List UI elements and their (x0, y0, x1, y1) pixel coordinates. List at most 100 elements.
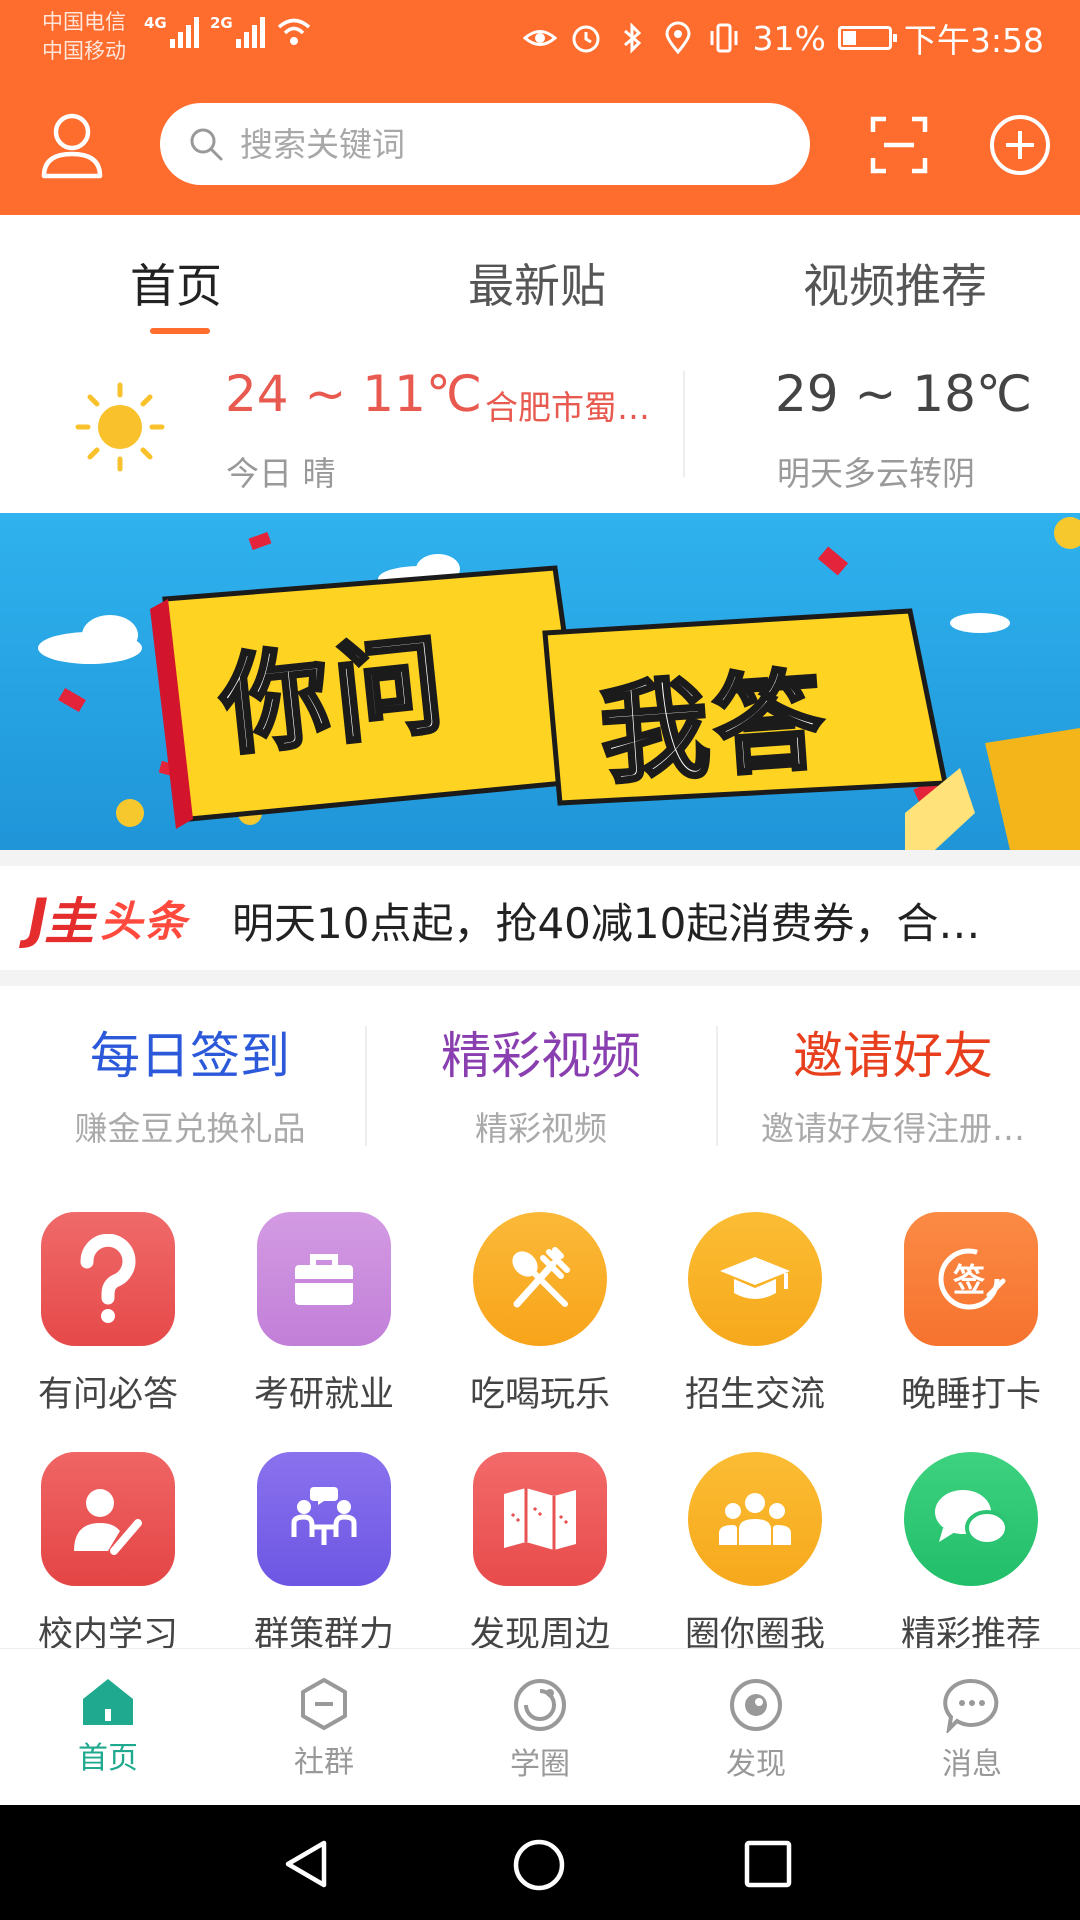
network-type-1: 4G (144, 14, 167, 32)
nav-label: 学圈 (510, 1747, 570, 1782)
tab-home[interactable]: 首页 (130, 250, 222, 316)
tab-latest-posts[interactable]: 最新贴 (468, 250, 606, 316)
feature-subtitle: 邀请好友得注册… (761, 1109, 1025, 1148)
map-icon (473, 1452, 607, 1586)
home-circle-icon[interactable] (512, 1838, 566, 1892)
nav-messages[interactable]: 消息 (864, 1649, 1080, 1806)
scan-icon[interactable] (870, 116, 928, 174)
search-bar[interactable] (160, 103, 810, 185)
sign-in-icon: 签 (904, 1212, 1038, 1346)
headline-text[interactable]: 明天10点起，抢40减10起消费券，合… (232, 890, 1052, 951)
battery-percent: 31% (752, 18, 826, 58)
wifi-icon (277, 18, 311, 45)
hexagon-icon (301, 1678, 347, 1730)
nav-label: 发现 (726, 1747, 786, 1782)
section-separator (0, 850, 1080, 866)
grid-item-admissions[interactable]: 招生交流 (655, 1212, 855, 1417)
nav-label: 消息 (942, 1747, 1002, 1782)
chat-bubbles-icon (904, 1452, 1038, 1586)
banner-text-answer: 我答 (595, 656, 835, 801)
signal-bars-1-icon (170, 14, 199, 48)
network-type-2: 2G (210, 14, 233, 32)
user-profile-icon[interactable] (40, 110, 104, 180)
eye-comfort-icon (522, 30, 557, 46)
battery-icon (837, 26, 897, 50)
clock: 下午3:58 (903, 21, 1044, 60)
invite-friends[interactable]: 邀请好友 邀请好友得注册… (718, 1016, 1068, 1150)
search-icon (190, 128, 223, 161)
grid-item-sleep-checkin[interactable]: 签 晚睡打卡 (871, 1212, 1071, 1417)
banner-artwork (0, 513, 1080, 850)
feature-subtitle: 赚金豆兑换礼品 (74, 1109, 306, 1148)
grid-item-campus-study[interactable]: 校内学习 (8, 1452, 208, 1657)
feature-title: 邀请好友 (793, 1027, 993, 1085)
headline-logo: J 圭 头条 (28, 886, 189, 952)
feature-shortcuts: 每日签到 赚金豆兑换礼品 精彩视频 精彩视频 邀请好友 邀请好友得注册… (0, 986, 1080, 1176)
carrier-info: 中国电信 中国移动 (42, 8, 126, 66)
feature-title: 精彩视频 (441, 1027, 641, 1085)
nav-study-circle[interactable]: 学圈 (432, 1649, 648, 1806)
recents-icon[interactable] (744, 1840, 792, 1888)
sign-glyph: 签 (953, 1261, 985, 1299)
tomorrow-temperature: 29 ~ 18℃ (775, 365, 1033, 423)
grid-item-qa[interactable]: 有问必答 (8, 1212, 208, 1417)
weather-divider (683, 371, 685, 477)
tab-video-recommend[interactable]: 视频推荐 (803, 250, 987, 316)
utensils-icon (473, 1212, 607, 1346)
grid-item-recommend[interactable]: 精彩推荐 (871, 1452, 1071, 1657)
section-separator (0, 970, 1080, 986)
nav-community[interactable]: 社群 (216, 1649, 432, 1806)
grid-item-circles[interactable]: 圈你圈我 (655, 1452, 855, 1657)
user-edit-icon (41, 1452, 175, 1586)
grid-item-career[interactable]: 考研就业 (224, 1212, 424, 1417)
search-input[interactable] (238, 123, 762, 165)
home-icon (83, 1679, 133, 1725)
grid-item-label: 晚睡打卡 (900, 1375, 1041, 1415)
feature-title: 每日签到 (90, 1027, 290, 1085)
tomorrow-condition: 明天多云转阴 (777, 454, 975, 493)
bottom-navigation: 首页 社群 学圈 发现 消息 (0, 1648, 1080, 1806)
grid-item-label: 吃喝玩乐 (469, 1375, 610, 1415)
feature-subtitle: 精彩视频 (475, 1109, 607, 1148)
status-icons: 31% 下午3:58 (522, 14, 1044, 62)
grid-item-nearby[interactable]: 发现周边 (440, 1452, 640, 1657)
grid-item-label: 招生交流 (684, 1375, 825, 1415)
system-navigation-bar (0, 1805, 1080, 1920)
bluetooth-icon (623, 22, 641, 54)
grid-item-label: 考研就业 (253, 1375, 394, 1415)
group-icon (688, 1452, 822, 1586)
briefcase-icon (257, 1212, 391, 1346)
nav-label: 首页 (78, 1741, 138, 1776)
add-icon[interactable] (988, 113, 1052, 177)
today-temperature: 24 ~ 11℃ (225, 365, 483, 423)
nav-home[interactable]: 首页 (0, 1649, 216, 1806)
grid-item-brainstorm[interactable]: 群策群力 (224, 1452, 424, 1657)
signal-bars-2-icon (236, 14, 265, 48)
carrier-1: 中国电信 (42, 10, 126, 34)
location-icon (665, 21, 691, 55)
meeting-icon (257, 1452, 391, 1586)
back-icon[interactable] (282, 1839, 330, 1889)
alarm-icon (572, 25, 600, 53)
discover-icon (730, 1679, 782, 1731)
banner-text-ask: 你问 (213, 620, 457, 772)
message-icon (943, 1678, 999, 1735)
featured-videos[interactable]: 精彩视频 精彩视频 (366, 1016, 716, 1150)
headline-ticker[interactable]: J 圭 头条 明天10点起，抢40减10起消费券，合… (0, 866, 1080, 970)
vibrate-icon (710, 23, 738, 53)
nav-label: 社群 (294, 1745, 354, 1780)
carrier-2: 中国移动 (42, 39, 126, 63)
graduation-cap-icon (688, 1212, 822, 1346)
study-circle-icon (514, 1679, 566, 1731)
city-name[interactable]: 合肥市蜀… (485, 381, 655, 429)
active-tab-indicator (150, 328, 210, 334)
nav-discover[interactable]: 发现 (648, 1649, 864, 1806)
app-header: 中国电信 中国移动 4G 2G 31% 下午3:58 搜索关键词 (0, 0, 1080, 215)
promo-banner[interactable]: 你问 我答 (0, 513, 1080, 850)
grid-item-label: 有问必答 (37, 1375, 178, 1415)
grid-item-food-fun[interactable]: 吃喝玩乐 (440, 1212, 640, 1417)
content-tabs: 首页 最新贴 视频推荐 (0, 215, 1080, 345)
sunny-icon (75, 382, 165, 472)
weather-widget[interactable]: 24 ~ 11℃ 合肥市蜀… 今日 晴 29 ~ 18℃ 明天多云转阴 (0, 345, 1080, 513)
daily-checkin[interactable]: 每日签到 赚金豆兑换礼品 (15, 1016, 365, 1150)
